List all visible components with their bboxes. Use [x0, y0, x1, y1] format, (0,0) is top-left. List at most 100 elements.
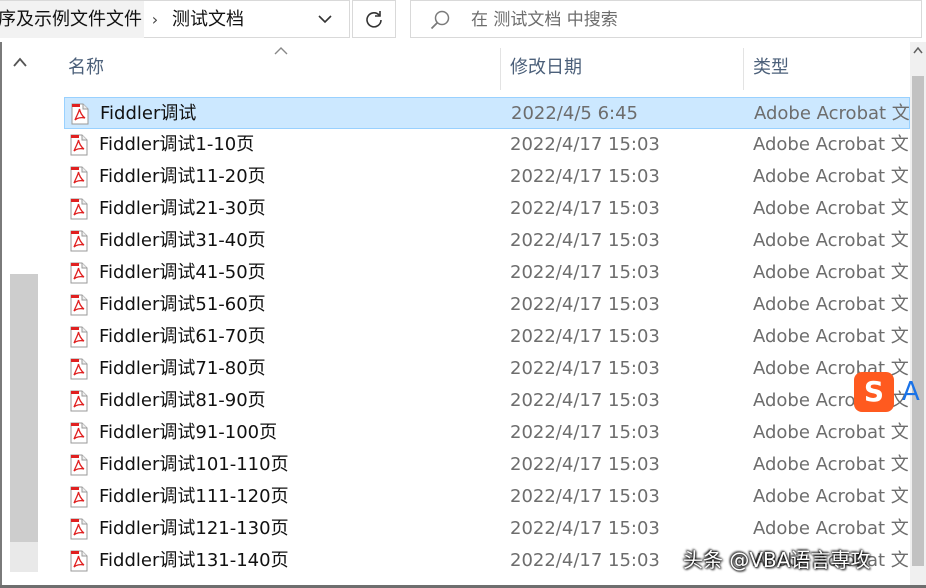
ime-toolbar[interactable]: S A	[854, 372, 926, 412]
file-date-modified: 2022/4/5 6:45	[511, 103, 638, 124]
pdf-file-icon	[70, 518, 88, 540]
file-row[interactable]: Fiddler调试41-50页 2022/4/17 15:03 Adobe Acro…	[64, 257, 910, 289]
file-list-scroll-thumb[interactable]	[912, 76, 924, 566]
pdf-file-icon	[70, 134, 88, 156]
search-box[interactable]	[410, 0, 922, 38]
pdf-file-icon	[70, 390, 88, 412]
refresh-icon	[366, 11, 382, 28]
file-name: Fiddler调试	[100, 103, 197, 124]
address-bar[interactable]: 序及示例文件文件 › 测试文档	[0, 0, 350, 38]
pdf-file-icon	[70, 422, 88, 444]
file-date-modified: 2022/4/17 15:03	[510, 390, 660, 411]
breadcrumb-separator-icon[interactable]: ›	[144, 1, 166, 38]
file-name: Fiddler调试51-60页	[99, 294, 266, 315]
file-row[interactable]: Fiddler调试61-70页 2022/4/17 15:03 Adobe Acro…	[64, 321, 910, 353]
pdf-file-icon	[70, 486, 88, 508]
file-list: Fiddler调试 2022/4/5 6:45 Adobe Acrobat 文 Fid…	[38, 97, 910, 585]
column-header-date-modified[interactable]: 修改日期	[510, 42, 582, 94]
pdf-file-icon	[70, 166, 88, 188]
file-row[interactable]: Fiddler调试121-130页 2022/4/17 15:03 Adobe Ac…	[64, 513, 910, 545]
pdf-file-icon	[70, 550, 88, 572]
search-icon	[430, 10, 450, 30]
toolbar: 序及示例文件文件 › 测试文档	[0, 0, 926, 42]
file-type: Adobe Acrobat 文	[753, 134, 909, 155]
file-name: Fiddler调试31-40页	[99, 230, 266, 251]
file-date-modified: 2022/4/17 15:03	[510, 518, 660, 539]
column-divider[interactable]	[500, 48, 501, 90]
pdf-file-icon	[70, 326, 88, 348]
file-name: Fiddler调试131-140页	[99, 550, 289, 571]
navigation-pane-scroll-track[interactable]	[10, 542, 38, 572]
file-date-modified: 2022/4/17 15:03	[510, 486, 660, 507]
column-header-row: 名称 修改日期 类型	[38, 42, 910, 94]
file-name: Fiddler调试111-120页	[99, 486, 289, 507]
file-type: Adobe Acrobat 文	[753, 518, 909, 539]
file-date-modified: 2022/4/17 15:03	[510, 454, 660, 475]
file-date-modified: 2022/4/17 15:03	[510, 422, 660, 443]
file-type: Adobe Acrobat 文	[753, 486, 909, 507]
pdf-file-icon	[70, 294, 88, 316]
file-name: Fiddler调试41-50页	[99, 262, 266, 283]
file-name: Fiddler调试81-90页	[99, 390, 266, 411]
pdf-file-icon	[71, 103, 89, 125]
file-row[interactable]: Fiddler调试101-110页 2022/4/17 15:03 Adobe Ac…	[64, 449, 910, 481]
file-date-modified: 2022/4/17 15:03	[510, 230, 660, 251]
file-row[interactable]: Fiddler调试71-80页 2022/4/17 15:03 Adobe Acro…	[64, 353, 910, 385]
file-date-modified: 2022/4/17 15:03	[510, 262, 660, 283]
file-row[interactable]: Fiddler调试31-40页 2022/4/17 15:03 Adobe Acro…	[64, 225, 910, 257]
file-type: Adobe Acrobat 文	[754, 103, 910, 124]
file-row[interactable]: Fiddler调试111-120页 2022/4/17 15:03 Adobe Ac…	[64, 481, 910, 513]
file-type: Adobe Acrobat 文	[753, 262, 909, 283]
pdf-file-icon	[70, 454, 88, 476]
breadcrumb-parent-folder[interactable]: 序及示例文件文件	[0, 1, 144, 38]
file-name: Fiddler调试61-70页	[99, 326, 266, 347]
column-divider[interactable]	[743, 48, 744, 90]
scroll-up-icon[interactable]	[910, 42, 926, 59]
file-name: Fiddler调试1-10页	[99, 134, 255, 155]
file-row[interactable]: Fiddler调试1-10页 2022/4/17 15:03 Adobe Acrob…	[64, 129, 910, 161]
pdf-file-icon	[70, 198, 88, 220]
file-date-modified: 2022/4/17 15:03	[510, 326, 660, 347]
search-input[interactable]	[469, 3, 913, 37]
file-type: Adobe Acrobat 文	[753, 198, 909, 219]
column-header-name[interactable]: 名称	[68, 42, 104, 94]
pdf-file-icon	[70, 262, 88, 284]
file-date-modified: 2022/4/17 15:03	[510, 134, 660, 155]
navigation-pane-scroll-thumb[interactable]	[10, 274, 38, 542]
file-date-modified: 2022/4/17 15:03	[510, 166, 660, 187]
file-date-modified: 2022/4/17 15:03	[510, 198, 660, 219]
file-type: Adobe Acrobat 文	[753, 230, 909, 251]
file-row[interactable]: Fiddler调试91-100页 2022/4/17 15:03 Adobe Acr…	[64, 417, 910, 449]
chevron-down-icon[interactable]	[310, 1, 340, 38]
file-type: Adobe Acrobat 文	[753, 422, 909, 443]
column-header-type[interactable]: 类型	[753, 42, 789, 94]
file-type: Adobe Acrobat 文	[753, 294, 909, 315]
file-list-scrollbar[interactable]	[910, 42, 926, 585]
refresh-button[interactable]	[352, 0, 396, 38]
file-row[interactable]: Fiddler调试81-90页 2022/4/17 15:03 Adobe Acro…	[64, 385, 910, 417]
file-name: Fiddler调试11-20页	[99, 166, 266, 187]
file-row[interactable]: Fiddler调试11-20页 2022/4/17 15:03 Adobe Acro…	[64, 161, 910, 193]
pdf-file-icon	[70, 358, 88, 380]
ime-logo-icon[interactable]: S	[854, 372, 894, 412]
pdf-file-icon	[70, 230, 88, 252]
file-row[interactable]: Fiddler调试51-60页 2022/4/17 15:03 Adobe Acro…	[64, 289, 910, 321]
file-name: Fiddler调试21-30页	[99, 198, 266, 219]
sort-ascending-icon	[274, 47, 288, 55]
file-type: Adobe Acrobat 文	[753, 166, 909, 187]
file-name: Fiddler调试121-130页	[99, 518, 289, 539]
file-date-modified: 2022/4/17 15:03	[510, 294, 660, 315]
file-row[interactable]: Fiddler调试21-30页 2022/4/17 15:03 Adobe Acro…	[64, 193, 910, 225]
scroll-up-icon[interactable]	[12, 56, 28, 68]
file-row[interactable]: Fiddler调试 2022/4/5 6:45 Adobe Acrobat 文	[64, 97, 910, 129]
file-type: Adobe Acrobat 文	[753, 326, 909, 347]
file-type: Adobe Acrobat 文	[753, 454, 909, 475]
ime-mode-indicator[interactable]: A	[902, 374, 920, 410]
navigation-pane-scrollbar[interactable]	[2, 42, 38, 585]
file-name: Fiddler调试91-100页	[99, 422, 278, 443]
breadcrumb-current-folder[interactable]: 测试文档	[172, 1, 292, 38]
file-name: Fiddler调试71-80页	[99, 358, 266, 379]
watermark: 头条 @VBA语言専攻	[683, 548, 871, 572]
file-name: Fiddler调试101-110页	[99, 454, 289, 475]
file-date-modified: 2022/4/17 15:03	[510, 358, 660, 379]
